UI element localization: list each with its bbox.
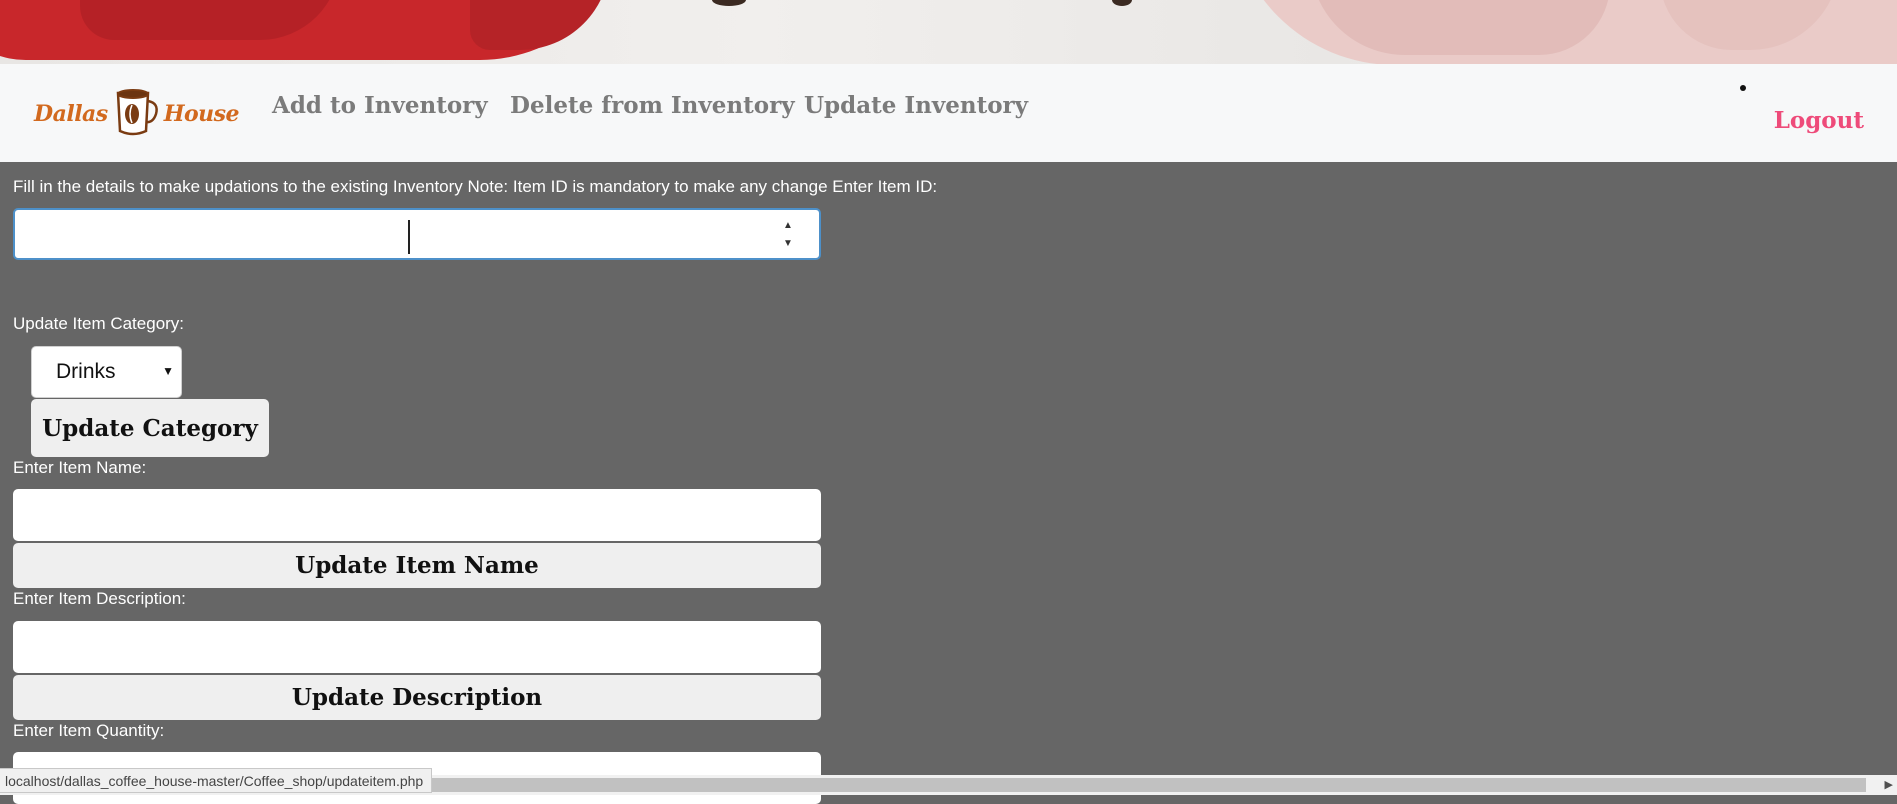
item-name-label: Enter Item Name: <box>13 458 147 477</box>
spinner-up-icon[interactable]: ▲ <box>783 220 793 232</box>
update-inventory-form: Fill in the details to make updations to… <box>0 162 1897 804</box>
item-id-input[interactable]: ▲ ▼ <box>13 208 821 260</box>
brand-logo[interactable]: Dallas House <box>34 84 240 144</box>
form-intro-text: Fill in the details to make updations to… <box>13 177 938 196</box>
dropdown-arrow-icon: ▼ <box>162 364 174 378</box>
nav-update-inventory[interactable]: Update Inventory <box>804 92 1028 119</box>
nav-add-to-inventory[interactable]: Add to Inventory <box>272 92 488 119</box>
update-description-button[interactable]: Update Description <box>13 675 821 720</box>
text-caret <box>408 220 410 254</box>
update-item-name-button[interactable]: Update Item Name <box>13 543 821 588</box>
item-quantity-label: Enter Item Quantity: <box>13 721 165 740</box>
item-description-input[interactable] <box>13 621 821 673</box>
item-description-label: Enter Item Description: <box>13 589 186 608</box>
spinner-down-icon[interactable]: ▼ <box>783 238 793 250</box>
list-bullet <box>1740 85 1746 91</box>
number-spinner[interactable]: ▲ ▼ <box>781 220 795 250</box>
coffee-cup-icon <box>112 85 160 144</box>
logout-link[interactable]: Logout <box>1774 107 1864 134</box>
brand-word-right: House <box>163 101 240 127</box>
scroll-right-icon[interactable]: ▶ <box>1885 778 1893 791</box>
category-selected-value: Drinks <box>56 360 116 383</box>
navbar: Dallas House Add to Inventory Delete fro… <box>0 64 1897 162</box>
brand-word-left: Dallas <box>34 101 108 127</box>
update-category-button[interactable]: Update Category <box>31 399 269 457</box>
nav-delete-from-inventory[interactable]: Delete from Inventory <box>510 92 795 119</box>
status-url: localhost/dallas_coffee_house-master/Cof… <box>5 772 424 789</box>
item-name-input[interactable] <box>13 489 821 541</box>
category-label: Update Item Category: <box>13 314 185 333</box>
browser-status-bar: localhost/dallas_coffee_house-master/Cof… <box>0 768 433 793</box>
hero-banner-image <box>0 0 1897 64</box>
category-select[interactable]: Drinks ▼ <box>31 346 182 398</box>
